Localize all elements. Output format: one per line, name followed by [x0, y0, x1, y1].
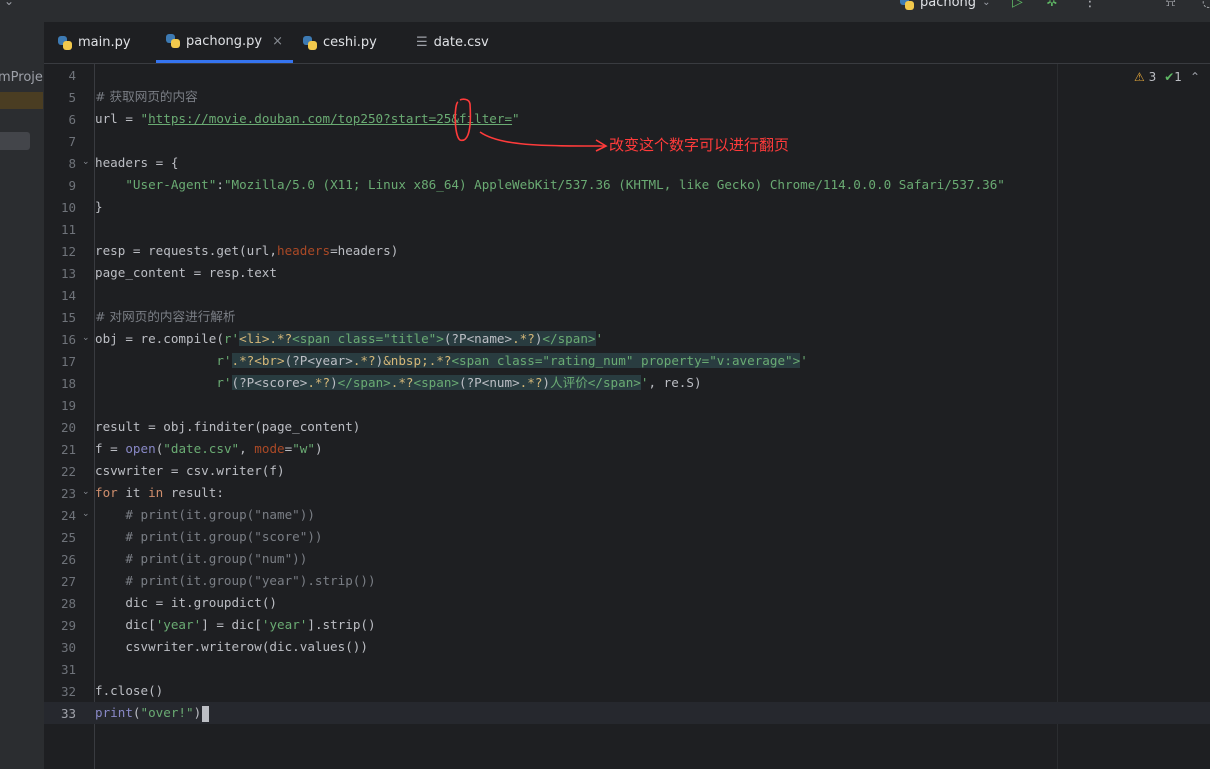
- url-link[interactable]: https://movie.douban.com/top250?start=25…: [148, 111, 512, 126]
- code-line[interactable]: r'(?P<score>.*?)</span>.*?<span>(?P<num>…: [95, 372, 702, 394]
- fold-icon[interactable]: ⌄: [82, 157, 90, 167]
- project-tree-item[interactable]: [0, 132, 30, 150]
- line-number: 19: [60, 398, 76, 413]
- line-number: 17: [60, 354, 76, 369]
- line-number: 23: [60, 486, 76, 501]
- text-cursor: [202, 705, 210, 722]
- line-number: 32: [60, 684, 76, 699]
- line-number: 31: [60, 662, 76, 677]
- code-line[interactable]: }: [95, 196, 103, 218]
- tab-label: main.py: [78, 35, 131, 50]
- code-line[interactable]: dic['year'] = dic['year'].strip(): [95, 614, 375, 636]
- line-number: 16: [60, 332, 76, 347]
- code-line[interactable]: "User-Agent":"Mozilla/5.0 (X11; Linux x8…: [95, 174, 1005, 196]
- line-number: 28: [60, 596, 76, 611]
- code-line[interactable]: url = "https://movie.douban.com/top250?s…: [95, 108, 520, 130]
- code-line[interactable]: # print(it.group("num")): [95, 548, 307, 570]
- line-number: 4: [68, 68, 76, 83]
- debug-icon[interactable]: ✲: [1046, 0, 1058, 10]
- python-file-icon: [58, 35, 72, 50]
- top-toolbar: ⌄ pachong ⌄ ▷ ✲ ⋮ ⍾ ◌: [0, 0, 1210, 22]
- code-line[interactable]: page_content = resp.text: [95, 262, 277, 284]
- line-number: 9: [68, 178, 76, 193]
- tab-label: pachong.py: [186, 33, 263, 49]
- code-line[interactable]: # 获取网页的内容: [95, 86, 198, 108]
- project-tool-window: mProje: [0, 22, 45, 769]
- right-margin-guide: [1057, 64, 1058, 769]
- annotation-note: 改变这个数字可以进行翻页: [609, 136, 790, 154]
- code-line[interactable]: # print(it.group("year").strip()): [95, 570, 375, 592]
- project-name-label[interactable]: mProje: [0, 70, 43, 85]
- inspection-widget[interactable]: ⚠ 3 ✔1 ⌃: [1134, 70, 1200, 84]
- ok-count: 1: [1174, 70, 1182, 84]
- code-line[interactable]: csvwriter.writerow(dic.values()): [95, 636, 368, 658]
- line-number: 29: [60, 618, 76, 633]
- code-line[interactable]: f = open("date.csv", mode="w"): [95, 438, 323, 460]
- run-configuration-selector[interactable]: pachong ⌄: [900, 0, 990, 10]
- python-file-icon: [166, 34, 180, 48]
- code-line[interactable]: f.close(): [95, 680, 163, 702]
- line-number: 11: [60, 222, 76, 237]
- line-number: 12: [60, 244, 76, 259]
- code-line[interactable]: # print(it.group("score")): [95, 526, 322, 548]
- code-line[interactable]: result = obj.finditer(page_content): [95, 416, 360, 438]
- line-number: 25: [60, 530, 76, 545]
- search-icon[interactable]: ◌: [1202, 0, 1210, 10]
- run-configuration-label: pachong: [920, 0, 977, 10]
- line-number: 27: [60, 574, 76, 589]
- project-tree-selection[interactable]: [0, 92, 43, 109]
- code-line[interactable]: obj = re.compile(r'<li>.*?<span class="t…: [95, 328, 603, 350]
- code-line[interactable]: # 对网页的内容进行解析: [95, 306, 236, 328]
- code-line[interactable]: headers = {: [95, 152, 178, 174]
- line-number: 26: [60, 552, 76, 567]
- code-line[interactable]: resp = requests.get(url,headers=headers): [95, 240, 398, 262]
- python-file-icon: [303, 35, 317, 50]
- close-icon[interactable]: ×: [272, 34, 283, 49]
- line-number: 15: [60, 310, 76, 325]
- run-icon[interactable]: ▷: [1012, 0, 1023, 10]
- line-number: 5: [68, 90, 76, 105]
- tab-label: ceshi.py: [323, 35, 377, 50]
- fold-icon[interactable]: ⌄: [82, 509, 90, 519]
- line-number: 6: [68, 112, 76, 127]
- csv-file-icon: ☰: [416, 35, 428, 50]
- tab-label: date.csv: [433, 35, 489, 50]
- line-number: 13: [60, 266, 76, 281]
- python-file-icon: [900, 0, 914, 10]
- line-number: 20: [60, 420, 76, 435]
- tab-main-py[interactable]: main.py: [58, 22, 131, 63]
- code-line[interactable]: for it in result:: [95, 482, 224, 504]
- check-icon: ✔: [1164, 70, 1175, 84]
- add-user-icon[interactable]: ⍾: [1166, 0, 1175, 10]
- code-line-current[interactable]: print("over!"): [95, 702, 210, 724]
- current-line-highlight: [44, 702, 1210, 724]
- fold-icon[interactable]: ⌄: [82, 487, 90, 497]
- tab-pachong-py[interactable]: pachong.py ×: [156, 22, 294, 63]
- code-line[interactable]: # print(it.group("name")): [95, 504, 315, 526]
- line-number: 10: [60, 200, 76, 215]
- editor-tab-bar: main.py pachong.py × ceshi.py ☰ date.csv: [44, 22, 1210, 64]
- tab-date-csv[interactable]: ☰ date.csv: [416, 22, 489, 63]
- line-number: 22: [60, 464, 76, 479]
- warning-icon: ⚠: [1134, 70, 1145, 84]
- more-icon[interactable]: ⋮: [1083, 0, 1097, 10]
- line-number: 7: [68, 134, 76, 149]
- line-number: 24: [60, 508, 76, 523]
- line-number: 21: [60, 442, 76, 457]
- chevron-down-icon: ⌄: [982, 0, 991, 8]
- code-line[interactable]: r'.*?<br>(?P<year>.*?)&nbsp;.*?<span cla…: [95, 350, 808, 372]
- line-number: 14: [60, 288, 76, 303]
- fold-icon[interactable]: ⌄: [82, 333, 90, 343]
- code-line[interactable]: csvwriter = csv.writer(f): [95, 460, 285, 482]
- line-number: 33: [60, 706, 76, 721]
- line-number: 8: [68, 156, 76, 171]
- chevron-up-icon[interactable]: ⌃: [1190, 70, 1200, 84]
- chevron-down-icon[interactable]: ⌄: [4, 0, 14, 8]
- line-number: 30: [60, 640, 76, 655]
- warning-count: 3: [1148, 70, 1157, 84]
- line-number: 18: [60, 376, 76, 391]
- code-line[interactable]: dic = it.groupdict(): [95, 592, 277, 614]
- tab-ceshi-py[interactable]: ceshi.py: [303, 22, 377, 63]
